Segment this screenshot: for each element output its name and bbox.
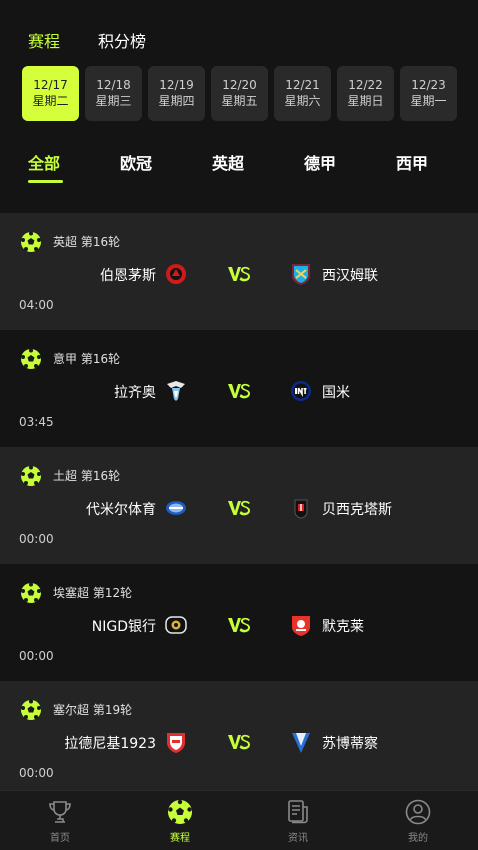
profile-icon	[405, 799, 431, 825]
match-row[interactable]: 土超 第16轮 代米尔体育 贝西克塔斯 00:00	[0, 447, 478, 564]
vs-icon	[228, 500, 250, 516]
kickoff-time: 00:00	[19, 766, 54, 780]
bottom-nav: 首页 赛程 资讯 我的	[0, 790, 478, 850]
nav-profile[interactable]: 我的	[388, 799, 448, 844]
radnicki-crest-icon	[167, 733, 185, 753]
league-tab-ucl[interactable]: 欧冠	[120, 150, 152, 174]
active-tab-indicator	[28, 180, 63, 183]
weekday-label: 星期四	[158, 94, 195, 108]
weekday-label: 星期一	[410, 94, 447, 108]
date-label: 12/19	[159, 78, 194, 92]
home-team-name: 拉齐奥	[114, 385, 156, 401]
trophy-icon	[49, 801, 71, 823]
vs-icon	[228, 734, 250, 750]
weekday-label: 星期五	[221, 94, 258, 108]
tab-standings[interactable]: 积分榜	[98, 28, 146, 52]
match-row[interactable]: 埃塞超 第12轮 NIGD银行 默克莱 00:00	[0, 564, 478, 681]
home-team-name: 代米尔体育	[86, 502, 156, 518]
nav-news[interactable]: 资讯	[268, 799, 328, 844]
match-row[interactable]: 意甲 第16轮 拉齐奥 国米 03:45	[0, 330, 478, 447]
demirspor-crest-icon	[166, 501, 186, 515]
competition-round: 意甲 第16轮	[53, 352, 121, 366]
league-tab-bundesliga[interactable]: 德甲	[304, 150, 336, 174]
inter-crest-icon	[291, 381, 311, 401]
away-team-name: 贝西克塔斯	[322, 502, 392, 518]
away-team-name: 国米	[322, 385, 350, 401]
football-icon	[21, 465, 41, 486]
kickoff-time: 00:00	[19, 532, 54, 546]
vs-icon	[228, 266, 250, 282]
tab-schedule[interactable]: 赛程	[28, 28, 60, 52]
west-ham-crest-icon	[292, 264, 310, 285]
competition-round: 土超 第16轮	[53, 469, 121, 483]
nav-label: 首页	[50, 833, 70, 844]
nigd-bank-crest-icon	[165, 616, 187, 634]
league-tab-epl[interactable]: 英超	[212, 150, 244, 174]
league-tab-bar: 全部 欧冠 英超 德甲 西甲	[0, 148, 478, 188]
weekday-label: 星期三	[95, 94, 132, 108]
nav-label: 我的	[408, 833, 428, 844]
home-team-name: NIGD银行	[91, 619, 156, 635]
football-icon	[21, 582, 41, 603]
top-tab-bar: 赛程 积分榜	[28, 28, 146, 52]
date-label: 12/21	[285, 78, 320, 92]
mekelle-crest-icon	[292, 616, 310, 636]
besiktas-crest-icon	[294, 499, 308, 519]
away-team-name: 西汉姆联	[322, 268, 378, 284]
date-label: 12/23	[411, 78, 446, 92]
away-team-name: 苏博蒂察	[322, 736, 378, 752]
nav-label: 赛程	[170, 833, 190, 844]
date-item[interactable]: 12/18 星期三	[85, 66, 142, 121]
vs-icon	[228, 617, 250, 633]
match-list: 英超 第16轮 伯恩茅斯 西汉姆联 04:00 意甲 第16轮 拉齐奥 国米 0…	[0, 213, 478, 798]
away-team-name: 默克莱	[322, 619, 364, 635]
date-item[interactable]: 12/19 星期四	[148, 66, 205, 121]
date-label: 12/20	[222, 78, 257, 92]
spartak-subotica-crest-icon	[292, 733, 310, 753]
date-label: 12/22	[348, 78, 383, 92]
date-item[interactable]: 12/20 星期五	[211, 66, 268, 121]
match-row[interactable]: 塞尔超 第19轮 拉德尼基1923 苏博蒂察 00:00	[0, 681, 478, 798]
lazio-crest-icon	[167, 381, 185, 401]
news-icon	[288, 800, 308, 824]
home-team-name: 拉德尼基1923	[64, 736, 156, 752]
vs-icon	[228, 383, 250, 399]
nav-label: 资讯	[288, 833, 308, 844]
home-team-name: 伯恩茅斯	[100, 268, 156, 284]
league-tab-all[interactable]: 全部	[28, 150, 60, 174]
bournemouth-crest-icon	[166, 264, 186, 284]
nav-home[interactable]: 首页	[30, 799, 90, 844]
football-icon	[21, 699, 41, 720]
weekday-label: 星期二	[32, 94, 69, 108]
football-icon	[21, 348, 41, 369]
date-item[interactable]: 12/17 星期二	[22, 66, 79, 121]
date-label: 12/18	[96, 78, 131, 92]
competition-round: 英超 第16轮	[53, 235, 121, 249]
nav-schedule[interactable]: 赛程	[150, 799, 210, 844]
competition-round: 埃塞超 第12轮	[53, 586, 133, 600]
date-selector: 12/17 星期二 12/18 星期三 12/19 星期四 12/20 星期五 …	[22, 66, 457, 121]
weekday-label: 星期日	[347, 94, 384, 108]
date-label: 12/17	[33, 78, 68, 92]
date-item[interactable]: 12/22 星期日	[337, 66, 394, 121]
match-row[interactable]: 英超 第16轮 伯恩茅斯 西汉姆联 04:00	[0, 213, 478, 330]
kickoff-time: 00:00	[19, 649, 54, 663]
competition-round: 塞尔超 第19轮	[53, 703, 133, 717]
football-icon	[21, 231, 41, 252]
kickoff-time: 03:45	[19, 415, 54, 429]
date-item[interactable]: 12/21 星期六	[274, 66, 331, 121]
date-item[interactable]: 12/23 星期一	[400, 66, 457, 121]
league-tab-laliga[interactable]: 西甲	[396, 150, 428, 174]
kickoff-time: 04:00	[19, 298, 54, 312]
football-icon	[168, 799, 192, 824]
weekday-label: 星期六	[284, 94, 321, 108]
